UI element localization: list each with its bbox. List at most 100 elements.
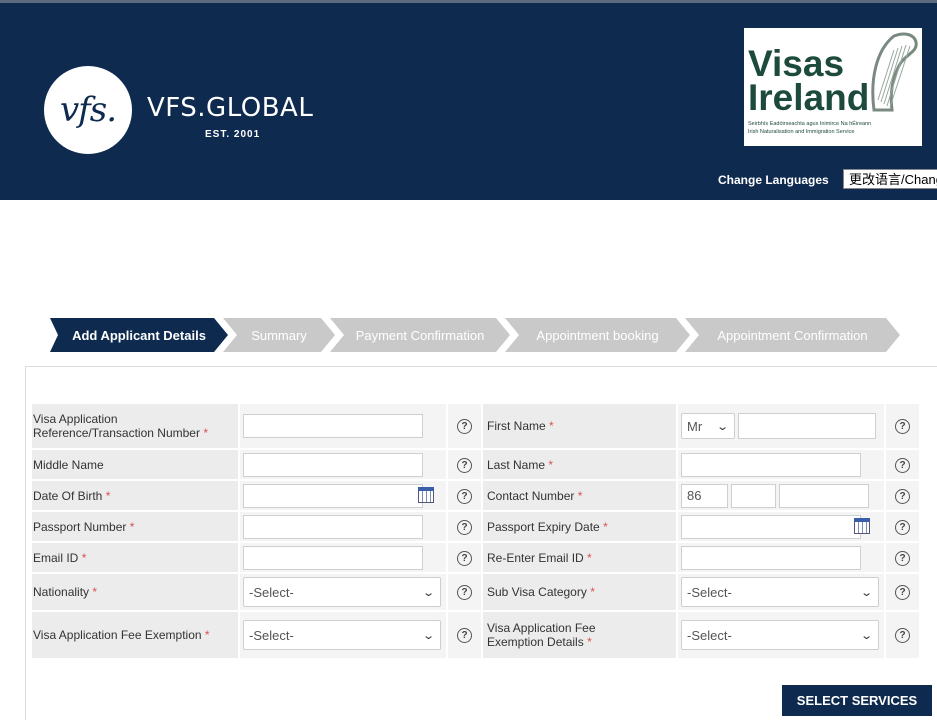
required-mark: * (204, 628, 210, 642)
fee-exemption-details-select[interactable]: -Select- ⌄ (681, 620, 879, 650)
visa-ref-label: Visa Application Reference/Transaction N… (32, 404, 238, 448)
title-select-value: Mr (687, 418, 703, 434)
select-services-button[interactable]: SELECT SERVICES (782, 685, 932, 716)
fee-exemption-details-label: Visa Application Fee Exemption Details * (483, 612, 676, 658)
last-name-label: Last Name * (483, 450, 676, 479)
fee-exemption-details-label-line1: Visa Application Fee (487, 621, 596, 635)
nationality-select[interactable]: -Select- ⌄ (243, 577, 441, 607)
last-name-input[interactable] (681, 452, 861, 477)
required-mark: * (548, 457, 554, 472)
required-mark: * (590, 585, 595, 599)
required-mark: * (203, 426, 208, 440)
help-icon[interactable]: ? (457, 419, 472, 434)
nationality-select-value: -Select- (249, 584, 294, 600)
step-summary: Summary (223, 318, 335, 352)
visa-ref-label-line1: Visa Application (33, 412, 118, 426)
help-icon[interactable]: ? (895, 628, 910, 643)
fee-exemption-select-value: -Select- (249, 627, 294, 643)
sub-visa-select[interactable]: -Select- ⌄ (681, 577, 879, 607)
contact-country-code-input[interactable]: 86 (681, 483, 728, 508)
contact-area-code-input[interactable] (731, 483, 776, 508)
passport-expiry-input[interactable] (681, 514, 861, 539)
required-mark: * (129, 519, 135, 534)
vfs-logo-text: vfs. (59, 90, 117, 130)
chevron-down-icon: ⌄ (715, 420, 729, 433)
visas-ireland-line2: Ireland (748, 77, 870, 118)
required-mark: * (587, 635, 592, 649)
visas-ireland-subtitle-irish: Seirbhís Eadóirseachta agus Inimirce Na … (748, 121, 872, 127)
visa-ref-label-line2: Reference/Transaction Number (33, 426, 200, 440)
help-icon[interactable]: ? (457, 585, 472, 600)
help-icon[interactable]: ? (895, 419, 910, 434)
help-icon[interactable]: ? (895, 519, 910, 535)
reenter-email-label-text: Re-Enter Email ID (487, 550, 584, 565)
applicant-form-panel: Visa Application Reference/Transaction N… (25, 366, 937, 720)
step-appointment-booking: Appointment booking (505, 318, 690, 352)
progress-steps: Add Applicant Details Summary Payment Co… (50, 318, 910, 352)
fee-exemption-select[interactable]: -Select- ⌄ (243, 620, 441, 650)
dob-input[interactable] (243, 483, 423, 508)
passport-expiry-label-text: Passport Expiry Date (487, 519, 600, 534)
help-icon[interactable]: ? (457, 519, 472, 535)
help-icon[interactable]: ? (895, 488, 910, 504)
step-add-applicant-details: Add Applicant Details (50, 318, 228, 352)
passport-number-input[interactable] (243, 514, 423, 539)
reenter-email-label: Re-Enter Email ID * (483, 543, 676, 572)
help-icon[interactable]: ? (457, 488, 472, 504)
middle-name-label: Middle Name (32, 450, 238, 479)
calendar-icon[interactable] (854, 518, 870, 534)
contact-number-label: Contact Number * (483, 481, 676, 510)
fee-exemption-label-text: Visa Application Fee Exemption (33, 628, 202, 642)
required-mark: * (92, 585, 98, 599)
help-icon[interactable]: ? (457, 628, 472, 643)
help-icon[interactable]: ? (457, 550, 472, 566)
help-icon[interactable]: ? (895, 550, 910, 566)
calendar-icon[interactable] (418, 487, 434, 503)
contact-number-label-text: Contact Number (487, 488, 575, 503)
email-input[interactable] (243, 545, 423, 570)
sub-visa-label-text: Sub Visa Category (487, 585, 587, 599)
fee-exemption-label: Visa Application Fee Exemption * (32, 612, 238, 658)
sub-visa-select-value: -Select- (687, 584, 732, 600)
applicant-form: Visa Application Reference/Transaction N… (30, 402, 921, 660)
title-select[interactable]: Mr ⌄ (681, 413, 735, 439)
nationality-label-text: Nationality (33, 585, 90, 599)
vfs-established: EST. 2001 (205, 129, 261, 140)
language-select[interactable]: 更改语言/Change (843, 169, 937, 189)
middle-name-input[interactable] (243, 452, 423, 477)
first-name-input[interactable] (738, 413, 876, 439)
chevron-down-icon: ⌄ (859, 586, 873, 599)
fee-exemption-details-select-value: -Select- (687, 627, 732, 643)
email-label-text: Email ID (33, 550, 79, 565)
email-label: Email ID * (32, 543, 238, 572)
chevron-down-icon: ⌄ (421, 629, 435, 642)
required-mark: * (603, 519, 608, 534)
visa-ref-input[interactable] (243, 414, 423, 438)
last-name-label-text: Last Name (487, 457, 546, 472)
dob-label-text: Date Of Birth (33, 488, 103, 503)
required-mark: * (587, 550, 592, 565)
step-payment-confirmation: Payment Confirmation (330, 318, 510, 352)
step-appointment-confirmation: Appointment Confirmation (685, 318, 900, 352)
help-icon[interactable]: ? (457, 457, 472, 473)
required-mark: * (105, 488, 111, 503)
contact-number-input[interactable] (779, 483, 869, 508)
sub-visa-label: Sub Visa Category * (483, 574, 676, 610)
help-icon[interactable]: ? (895, 585, 910, 600)
middle-name-label-text: Middle Name (33, 457, 104, 472)
harp-icon (871, 32, 918, 112)
visas-ireland-subtitle-english: Irish Naturalisation and Immigration Ser… (748, 129, 855, 135)
chevron-down-icon: ⌄ (859, 629, 873, 642)
vfs-logo[interactable]: vfs. (44, 66, 132, 154)
required-mark: * (577, 488, 583, 503)
reenter-email-input[interactable] (681, 545, 861, 570)
fee-exemption-details-label-line2: Exemption Details (487, 635, 584, 649)
vfs-brand-name: VFS.GLOBAL (147, 93, 314, 123)
passport-expiry-label: Passport Expiry Date * (483, 512, 676, 541)
nationality-label: Nationality * (32, 574, 238, 610)
visas-ireland-logo: Visas Ireland Seirbhís Eadóirseachta agu… (744, 28, 922, 146)
site-header: vfs. VFS.GLOBAL EST. 2001 Visas Ireland … (0, 0, 937, 200)
change-languages-label: Change Languages (718, 173, 829, 187)
help-icon[interactable]: ? (895, 457, 910, 473)
passport-number-label: Passport Number * (32, 512, 238, 541)
